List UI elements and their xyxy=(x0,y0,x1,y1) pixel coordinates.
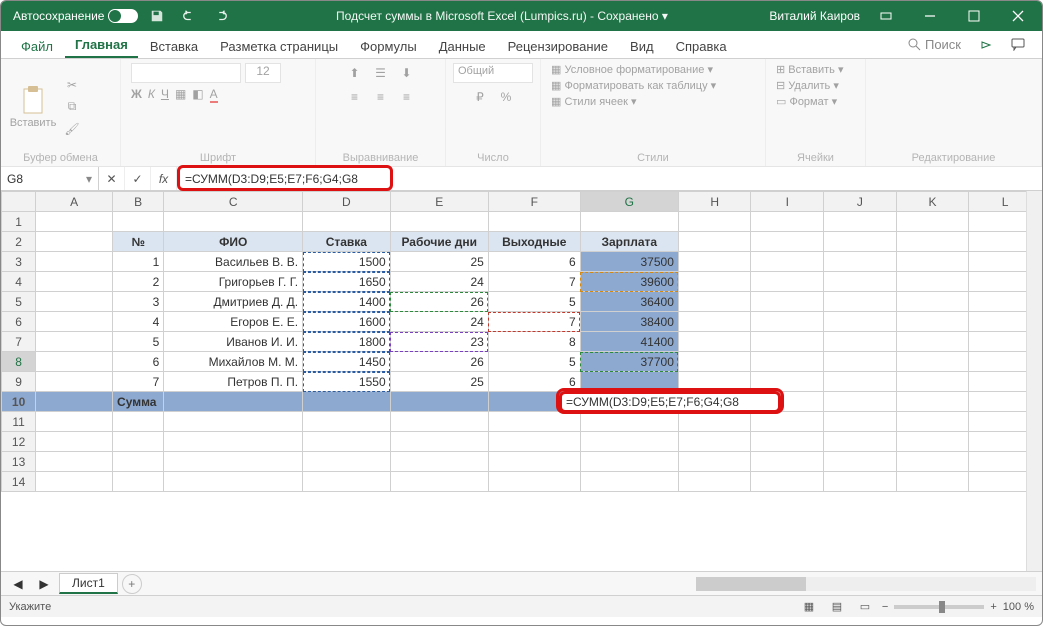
select-all-cell[interactable] xyxy=(2,192,36,212)
vertical-scrollbar[interactable] xyxy=(1026,191,1042,571)
number-format-dropdown[interactable]: Общий xyxy=(453,63,533,83)
font-family-dropdown[interactable] xyxy=(131,63,241,83)
group-align-label: Выравнивание xyxy=(326,150,435,164)
column-headers[interactable]: ABCDEFGHIJKL xyxy=(2,192,1042,212)
copy-icon[interactable]: ⧉ xyxy=(61,97,83,117)
italic-icon[interactable]: К xyxy=(148,87,155,101)
group-cells-label: Ячейки xyxy=(776,150,855,164)
group-styles-label: Стили xyxy=(551,150,755,164)
header-days: Рабочие дни xyxy=(390,232,488,252)
align-top-icon[interactable]: ⬆ xyxy=(344,63,366,83)
formula-bar: G8 ▾ ✕ ✓ fx =СУММ(D3:D9;E5;E7;F6;G4;G8 xyxy=(1,167,1042,191)
format-as-table-button[interactable]: ▦ Форматировать как таблицу ▾ xyxy=(551,79,716,92)
sheet-tab[interactable]: Лист1 xyxy=(59,573,118,594)
chevron-down-icon: ▾ xyxy=(86,172,92,186)
undo-icon[interactable] xyxy=(176,5,202,27)
conditional-formatting-button[interactable]: ▦ Условное форматирование ▾ xyxy=(551,63,713,76)
font-color-icon[interactable]: А xyxy=(210,87,218,101)
tab-view[interactable]: Вид xyxy=(620,34,664,58)
border-icon[interactable]: ▦ xyxy=(175,87,186,101)
fill-color-icon[interactable]: ◧ xyxy=(192,87,203,101)
tab-formulas[interactable]: Формулы xyxy=(350,34,427,58)
tab-insert[interactable]: Вставка xyxy=(140,34,208,58)
format-painter-icon[interactable]: 🖌 xyxy=(61,119,83,139)
status-bar: Укажите ▦ ▤ ▭ − + 100 % xyxy=(1,595,1042,617)
sheet-nav-next-icon[interactable]: ▶ xyxy=(33,574,55,594)
sheet-nav-prev-icon[interactable]: ◀ xyxy=(7,574,29,594)
sheet-tab-bar: ◀ ▶ Лист1 + xyxy=(1,571,1042,595)
group-editing-label: Редактирование xyxy=(876,150,1031,164)
ribbon-tabs: Файл Главная Вставка Разметка страницы Ф… xyxy=(1,31,1042,59)
cell-edit-overlay[interactable]: =СУММ(D3:D9;E5;E7;F6;G4;G8 xyxy=(559,391,781,413)
title-bar: Автосохранение Подсчет суммы в Microsoft… xyxy=(1,1,1042,31)
tell-me-search[interactable]: Поиск xyxy=(900,35,968,54)
tab-review[interactable]: Рецензирование xyxy=(498,34,618,58)
enter-formula-icon[interactable]: ✓ xyxy=(125,167,151,190)
header-n: № xyxy=(113,232,164,252)
group-clipboard-label: Буфер обмена xyxy=(11,150,110,164)
bold-icon[interactable]: Ж xyxy=(131,87,142,101)
tab-data[interactable]: Данные xyxy=(429,34,496,58)
align-center-icon[interactable]: ≡ xyxy=(370,87,392,107)
align-middle-icon[interactable]: ☰ xyxy=(370,63,392,83)
fx-icon[interactable]: fx xyxy=(151,167,177,190)
ribbon-options-icon[interactable] xyxy=(868,2,904,30)
currency-icon[interactable]: ₽ xyxy=(469,87,491,107)
name-box[interactable]: G8 ▾ xyxy=(1,167,99,190)
format-cells-button[interactable]: ▭ Формат ▾ xyxy=(776,95,837,108)
autosave-toggle[interactable]: Автосохранение xyxy=(13,9,138,23)
percent-icon[interactable]: % xyxy=(495,87,517,107)
worksheet-grid[interactable]: ABCDEFGHIJKL 1 2 № ФИО Ставка Рабочие дн… xyxy=(1,191,1042,571)
search-icon xyxy=(907,37,921,51)
cell-styles-button[interactable]: ▦ Стили ячеек ▾ xyxy=(551,95,637,108)
document-title: Подсчет суммы в Microsoft Excel (Lumpics… xyxy=(234,9,769,23)
align-bottom-icon[interactable]: ⬇ xyxy=(396,63,418,83)
tab-layout[interactable]: Разметка страницы xyxy=(210,34,348,58)
zoom-slider[interactable] xyxy=(894,605,984,609)
header-fio: ФИО xyxy=(164,232,303,252)
comments-button[interactable] xyxy=(1004,32,1032,56)
align-right-icon[interactable]: ≡ xyxy=(396,87,418,107)
insert-cells-button[interactable]: ⊞ Вставить ▾ xyxy=(776,63,844,76)
add-sheet-button[interactable]: + xyxy=(122,574,142,594)
annotation-highlight xyxy=(177,165,393,191)
header-pay: Зарплата xyxy=(580,232,678,252)
view-page-layout-icon[interactable]: ▤ xyxy=(826,597,848,617)
underline-icon[interactable]: Ч xyxy=(161,87,169,101)
align-left-icon[interactable]: ≡ xyxy=(344,87,366,107)
ribbon: Вставить ✂ ⧉ 🖌 Буфер обмена 12 Ж К xyxy=(1,59,1042,167)
maximize-icon[interactable] xyxy=(956,2,992,30)
status-mode: Укажите xyxy=(9,601,51,613)
paste-button[interactable]: Вставить xyxy=(11,72,55,142)
header-rate: Ставка xyxy=(303,232,391,252)
save-icon[interactable] xyxy=(144,5,170,27)
user-name: Виталий Каиров xyxy=(769,9,860,23)
cut-icon[interactable]: ✂ xyxy=(61,75,83,95)
tab-help[interactable]: Справка xyxy=(666,34,737,58)
redo-icon[interactable] xyxy=(208,5,234,27)
share-button[interactable] xyxy=(972,32,1000,56)
group-font-label: Шрифт xyxy=(131,150,305,164)
cancel-formula-icon[interactable]: ✕ xyxy=(99,167,125,190)
zoom-in-icon[interactable]: + xyxy=(990,601,996,613)
zoom-out-icon[interactable]: − xyxy=(882,601,888,613)
tab-file[interactable]: Файл xyxy=(11,34,63,58)
view-page-break-icon[interactable]: ▭ xyxy=(854,597,876,617)
group-number-label: Число xyxy=(456,150,530,164)
tab-home[interactable]: Главная xyxy=(65,32,138,58)
zoom-level[interactable]: 100 % xyxy=(1003,601,1034,613)
delete-cells-button[interactable]: ⊟ Удалить ▾ xyxy=(776,79,839,92)
view-normal-icon[interactable]: ▦ xyxy=(798,597,820,617)
formula-input[interactable]: =СУММ(D3:D9;E5;E7;F6;G4;G8 xyxy=(177,167,1042,190)
header-off: Выходные xyxy=(488,232,580,252)
sum-label: Сумма xyxy=(113,392,164,412)
close-icon[interactable] xyxy=(1000,2,1036,30)
font-size-dropdown[interactable]: 12 xyxy=(245,63,281,83)
horizontal-scrollbar[interactable] xyxy=(696,577,1036,591)
minimize-icon[interactable] xyxy=(912,2,948,30)
